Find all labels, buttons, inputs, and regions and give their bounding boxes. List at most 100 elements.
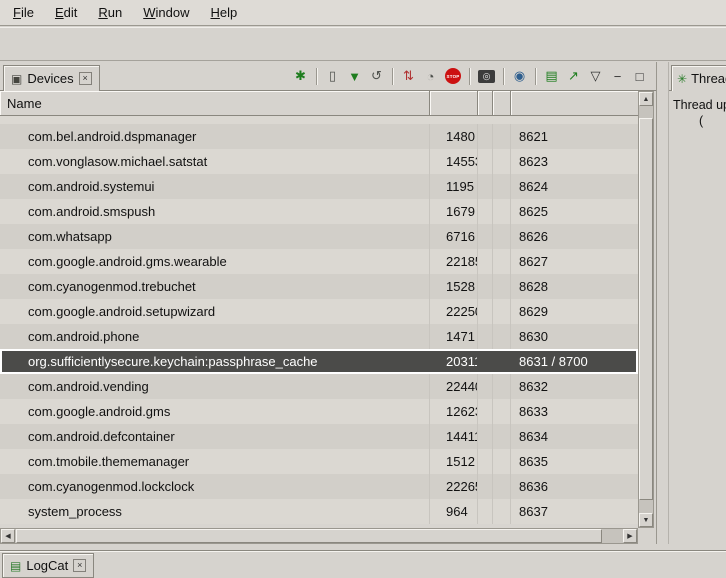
tracing-icon[interactable]: ▤	[541, 67, 562, 85]
cell-empty-1	[478, 199, 493, 224]
cell-empty-2	[493, 299, 511, 324]
menu-edit[interactable]: Edit	[46, 2, 86, 23]
cell-empty-1	[478, 474, 493, 499]
cell-empty-1	[478, 349, 493, 374]
tab-devices-close-icon[interactable]: ×	[79, 72, 92, 85]
table-row[interactable]: com.cyanogenmod.lockclock 22265 8636	[0, 474, 638, 499]
process-port: 8633	[511, 399, 638, 424]
cause-gc-icon[interactable]: ↺	[366, 67, 387, 85]
cell-empty-1	[478, 149, 493, 174]
process-name: com.android.systemui	[0, 174, 430, 199]
process-name: com.bel.android.dspmanager	[0, 124, 430, 149]
vertical-scroll-thumb[interactable]	[639, 118, 653, 500]
process-name: com.vonglasow.michael.satstat	[0, 149, 430, 174]
update-threads-icon[interactable]: ⇅	[398, 67, 419, 85]
process-name: org.sufficientlysecure.keychain:passphra…	[0, 349, 430, 374]
process-name: com.android.vending	[0, 374, 430, 399]
stop-process-icon[interactable]: STOP	[445, 68, 461, 84]
table-row[interactable]: com.google.android.setupwizard 22250 862…	[0, 299, 638, 324]
process-port: 8632	[511, 374, 638, 399]
table-row[interactable]: com.tmobile.thememanager 1512 8635	[0, 449, 638, 474]
process-pid: 12623	[430, 399, 478, 424]
column-header-port[interactable]	[511, 91, 638, 116]
cell-empty-1	[478, 399, 493, 424]
threads-panel: ✳ Threads Thread up (	[668, 62, 726, 544]
process-pid: 6716	[430, 224, 478, 249]
toolbar-separator	[469, 68, 470, 85]
table-row[interactable]: com.vonglasow.michael.satstat 14553 8623	[0, 149, 638, 174]
capture-video-icon[interactable]: ◉	[509, 67, 530, 85]
process-pid: 1195	[430, 174, 478, 199]
cell-empty-1	[478, 174, 493, 199]
process-name: com.android.phone	[0, 324, 430, 349]
maximize-icon[interactable]: □	[629, 67, 650, 85]
table-row[interactable]: com.android.defcontainer 14411 8634	[0, 424, 638, 449]
horizontal-scroll-thumb[interactable]	[16, 529, 602, 543]
minimize-icon[interactable]: −	[607, 67, 628, 85]
table-row[interactable]: com.google.android.gms 12623 8633	[0, 399, 638, 424]
cell-empty-1	[478, 424, 493, 449]
cell-empty-2	[493, 149, 511, 174]
process-name: com.whatsapp	[0, 224, 430, 249]
table-row[interactable]: system_process 964 8637	[0, 499, 638, 524]
scroll-down-button[interactable]: ▼	[639, 513, 653, 527]
cell-empty-1	[478, 224, 493, 249]
table-header: Name	[0, 91, 638, 116]
process-port: 8626	[511, 224, 638, 249]
process-port: 8630	[511, 324, 638, 349]
cell-empty-2	[493, 399, 511, 424]
column-header-4[interactable]	[493, 91, 511, 116]
scroll-up-button[interactable]: ▲	[639, 92, 653, 106]
screen-capture-icon[interactable]: ◎	[478, 70, 495, 83]
toolbar-separator	[316, 68, 317, 85]
table-row[interactable]: com.google.android.gms.wearable 22185 86…	[0, 249, 638, 274]
column-header-pid[interactable]	[430, 91, 478, 116]
tab-logcat-close-icon[interactable]: ×	[73, 559, 86, 572]
process-pid: 22265	[430, 474, 478, 499]
menu-help[interactable]: Help	[201, 2, 246, 23]
table-row[interactable]: org.sufficientlysecure.keychain:passphra…	[0, 349, 638, 374]
column-header-name[interactable]: Name	[0, 91, 430, 116]
table-row[interactable]: com.whatsapp 6716 8626	[0, 224, 638, 249]
menu-file[interactable]: File	[4, 2, 43, 23]
cell-empty-1	[478, 299, 493, 324]
process-pid: 14411	[430, 424, 478, 449]
threads-content: Thread up (	[669, 92, 726, 544]
table-row[interactable]: com.cyanogenmod.trebuchet 1528 8628	[0, 274, 638, 299]
dump-hprof-icon[interactable]: ▼	[344, 67, 365, 85]
threads-tabbar: ✳ Threads	[669, 62, 726, 91]
tab-logcat[interactable]: ▤ LogCat ×	[2, 553, 94, 578]
table-row[interactable]: com.android.phone 1471 8630	[0, 324, 638, 349]
partial-row	[0, 116, 638, 124]
tab-threads[interactable]: ✳ Threads	[671, 65, 726, 91]
column-header-3[interactable]	[478, 91, 493, 116]
vertical-scrollbar[interactable]: ▲ ▼	[638, 91, 654, 528]
update-heap-icon[interactable]: ▯	[322, 67, 343, 85]
tab-devices[interactable]: ▣ Devices ×	[3, 65, 100, 91]
view-menu-icon[interactable]: ▽	[585, 67, 606, 85]
cell-empty-1	[478, 249, 493, 274]
process-pid: 20311	[430, 349, 478, 374]
cell-empty-2	[493, 349, 511, 374]
process-name: com.cyanogenmod.trebuchet	[0, 274, 430, 299]
cell-empty-2	[493, 124, 511, 149]
cell-empty-2	[493, 199, 511, 224]
cell-empty-2	[493, 499, 511, 524]
horizontal-scrollbar[interactable]: ◀ ▶	[0, 528, 638, 544]
table-row[interactable]: com.android.smspush 1679 8625	[0, 199, 638, 224]
table-row[interactable]: com.android.vending 22440 8632	[0, 374, 638, 399]
process-port: 8637	[511, 499, 638, 524]
cell-empty-1	[478, 274, 493, 299]
systrace-icon[interactable]: ↗	[563, 67, 584, 85]
table-row[interactable]: com.android.systemui 1195 8624	[0, 174, 638, 199]
scroll-right-button[interactable]: ▶	[623, 529, 637, 543]
menu-window[interactable]: Window	[134, 2, 198, 23]
scroll-left-button[interactable]: ◀	[1, 529, 15, 543]
cell-empty-1	[478, 449, 493, 474]
process-port: 8624	[511, 174, 638, 199]
devices-toolbar: ✱ ▯▼↺ ⇅◔STOP ◎ ◉ ▤↗▽−□	[290, 67, 656, 85]
table-row[interactable]: com.bel.android.dspmanager 1480 8621	[0, 124, 638, 149]
debug-process-icon[interactable]: ✱	[290, 67, 311, 85]
method-profiling-icon[interactable]: ◔	[420, 67, 441, 85]
menu-run[interactable]: Run	[89, 2, 131, 23]
